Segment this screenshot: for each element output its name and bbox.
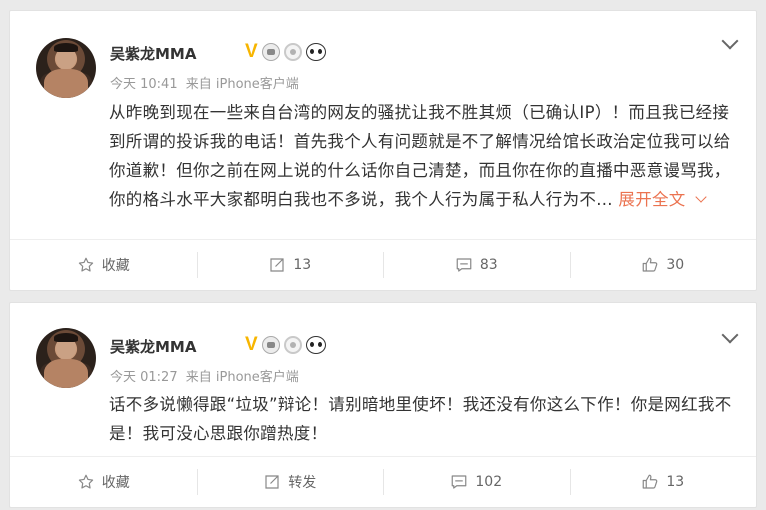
thumbs-up-icon (641, 473, 659, 491)
favorite-label: 收藏 (101, 475, 130, 491)
panda-badge-icon[interactable] (305, 43, 326, 61)
avatar[interactable] (36, 38, 96, 98)
post-text: 从昨晚到现在一些来自台湾的网友的骚扰让我不胜其烦（已确认IP）！而且我已经接到所… (109, 98, 739, 214)
favorite-button[interactable]: 收藏 (10, 240, 197, 290)
post-text: 话不多说懒得跟“垃圾”辩论！请别暗地里使坏！我还没有你这么下作！你是网红我不是！… (109, 390, 739, 448)
avatar-detail (54, 333, 78, 342)
post-meta: 今天 01:27 来自 iPhone客户端 (110, 366, 299, 385)
verified-v-icon[interactable]: V (245, 335, 258, 355)
repost-icon (263, 473, 281, 491)
author-name[interactable]: 吴紫龙MMA (110, 336, 196, 357)
post-actions: 收藏 13 83 30 (10, 239, 756, 290)
user-badges: V (245, 335, 326, 355)
thumbs-up-icon (641, 256, 659, 274)
post-source[interactable]: 来自 iPhone客户端 (186, 77, 299, 92)
repost-button[interactable]: 转发 (196, 457, 384, 507)
repost-button[interactable]: 13 (196, 240, 384, 290)
post-body: 话不多说懒得跟“垃圾”辩论！请别暗地里使坏！我还没有你这么下作！你是网红我不是！… (109, 395, 732, 443)
repost-icon (268, 256, 286, 274)
comment-icon (455, 256, 473, 274)
panda-badge-icon[interactable] (305, 336, 326, 354)
like-count: 13 (666, 474, 685, 490)
comment-count: 102 (475, 474, 503, 490)
star-icon (77, 473, 95, 491)
expand-full-text-link[interactable]: 展开全文 (613, 190, 707, 209)
like-button[interactable]: 13 (569, 457, 757, 507)
robot-badge-icon[interactable] (261, 336, 280, 354)
avatar-detail (54, 43, 78, 52)
repost-label: 转发 (288, 475, 317, 491)
weibo-post-card: 吴紫龙MMA V 今天 01:27 来自 iPhone客户端 话不多说懒得跟“垃… (9, 302, 757, 508)
post-actions: 收藏 转发 102 13 (10, 456, 756, 507)
post-time[interactable]: 今天 10:41 (110, 77, 178, 92)
favorite-label: 收藏 (101, 258, 130, 274)
chevron-down-icon[interactable] (721, 326, 739, 344)
avatar-detail (44, 69, 88, 98)
avatar[interactable] (36, 328, 96, 388)
comment-icon (450, 473, 468, 491)
verified-v-icon[interactable]: V (245, 42, 258, 62)
chevron-down-icon[interactable] (721, 32, 739, 50)
repost-count: 13 (293, 257, 312, 273)
favorite-button[interactable]: 收藏 (10, 457, 197, 507)
post-source[interactable]: 来自 iPhone客户端 (186, 370, 299, 385)
medal-badge-icon[interactable] (283, 336, 302, 354)
expand-chevron-icon (695, 191, 707, 203)
robot-badge-icon[interactable] (261, 43, 280, 61)
comment-button[interactable]: 83 (383, 240, 570, 290)
comment-count: 83 (479, 257, 498, 273)
like-count: 30 (666, 257, 685, 273)
like-button[interactable]: 30 (569, 240, 757, 290)
avatar-detail (44, 359, 88, 388)
post-time[interactable]: 今天 01:27 (110, 370, 178, 385)
medal-badge-icon[interactable] (283, 43, 302, 61)
post-meta: 今天 10:41 来自 iPhone客户端 (110, 73, 299, 92)
user-badges: V (245, 42, 326, 62)
author-name[interactable]: 吴紫龙MMA (110, 43, 196, 64)
comment-button[interactable]: 102 (383, 457, 570, 507)
star-icon (77, 256, 95, 274)
weibo-post-card: 吴紫龙MMA V 今天 10:41 来自 iPhone客户端 从昨晚到现在一些来… (9, 10, 757, 291)
